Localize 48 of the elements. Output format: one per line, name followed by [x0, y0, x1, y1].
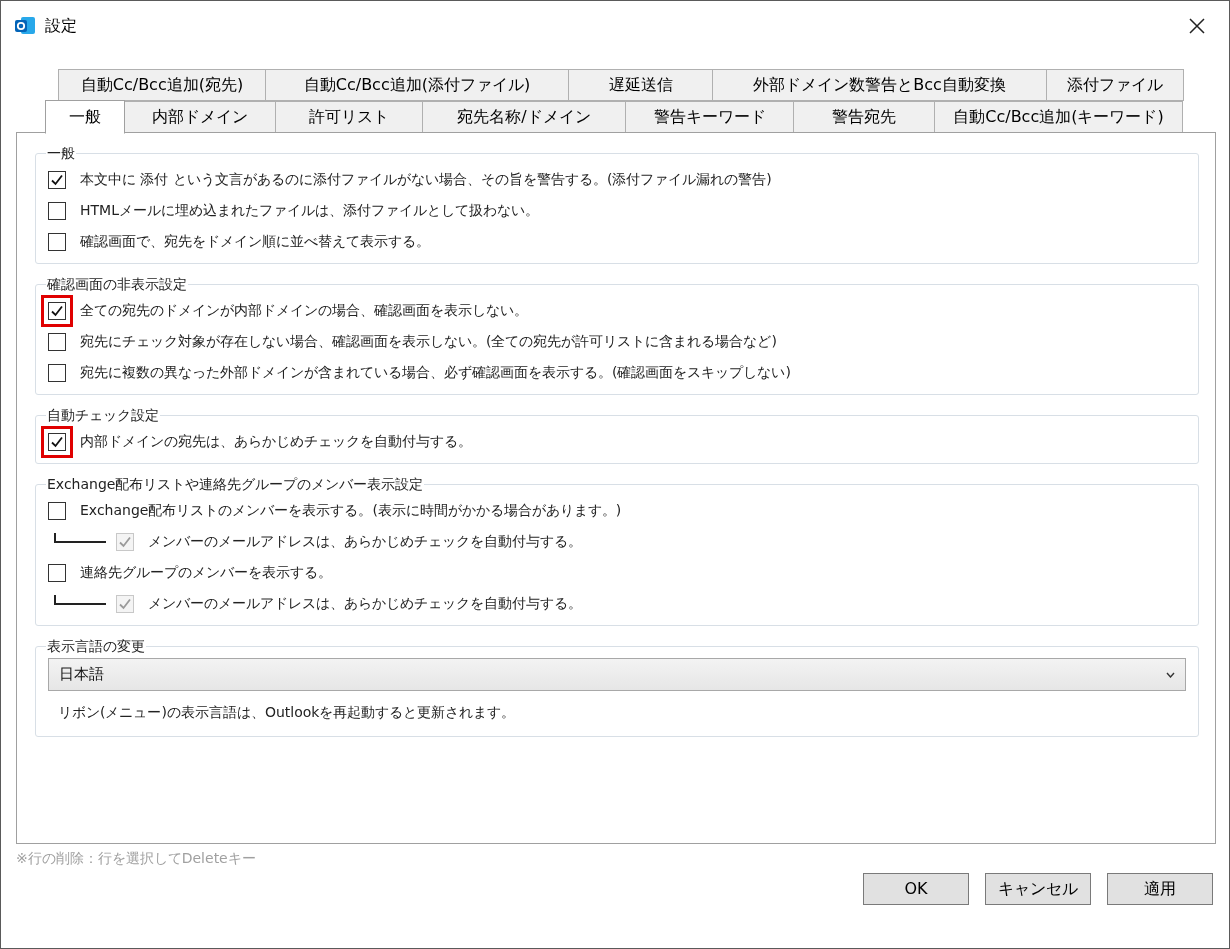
tab[interactable]: 自動Cc/Bcc追加(キーワード): [934, 101, 1183, 133]
option-label: 宛先にチェック対象が存在しない場合、確認画面を表示しない。(全ての宛先が許可リストに含まれる場合など): [80, 332, 777, 351]
dialog-button[interactable]: キャンセル: [985, 873, 1091, 905]
group-title: 自動チェック設定: [46, 406, 160, 425]
checkbox[interactable]: [48, 501, 66, 520]
tab[interactable]: 自動Cc/Bcc追加(添付ファイル): [265, 69, 569, 101]
option-label: 連絡先グループのメンバーを表示する。: [80, 563, 332, 582]
group-title: 表示言語の変更: [46, 637, 146, 656]
chevron-down-icon: [1166, 671, 1175, 678]
checkbox[interactable]: [48, 363, 66, 382]
tab[interactable]: 警告キーワード: [625, 101, 794, 133]
checkbox[interactable]: [48, 170, 66, 189]
tab[interactable]: 宛先名称/ドメイン: [422, 101, 626, 133]
option-label: メンバーのメールアドレスは、あらかじめチェックを自動付与する。: [148, 594, 582, 613]
language-note: リボン(メニュー)の表示言語は、Outlookを再起動すると更新されます。: [58, 704, 516, 720]
checkbox[interactable]: [48, 432, 66, 451]
tab[interactable]: 警告宛先: [793, 101, 935, 133]
checkbox[interactable]: [48, 232, 66, 251]
option-label: 確認画面で、宛先をドメイン順に並べ替えて表示する。: [80, 232, 430, 251]
close-icon: [1188, 17, 1206, 35]
window-title: 設定: [45, 15, 77, 37]
dialog-button[interactable]: 適用: [1107, 873, 1213, 905]
tab[interactable]: 許可リスト: [275, 101, 423, 133]
tab[interactable]: 自動Cc/Bcc追加(宛先): [58, 69, 266, 101]
tab[interactable]: 遅延送信: [568, 69, 713, 101]
dialog-button[interactable]: OK: [863, 873, 969, 905]
checkbox[interactable]: [48, 201, 66, 220]
option-label: 宛先に複数の異なった外部ドメインが含まれている場合、必ず確認画面を表示する。(確認画面をスキップしない): [80, 363, 791, 382]
checkbox[interactable]: [48, 332, 66, 351]
option-label: HTMLメールに埋め込まれたファイルは、添付ファイルとして扱わない。: [80, 201, 539, 220]
option-label: 本文中に 添付 という文言があるのに添付ファイルがない場合、その旨を警告する。(添付ファイル漏れの警告): [80, 170, 772, 189]
language-dropdown[interactable]: 日本語: [48, 658, 1186, 691]
option-label: 全ての宛先のドメインが内部ドメインの場合、確認画面を表示しない。: [80, 301, 528, 320]
option-label: Exchange配布リストのメンバーを表示する。(表示に時間がかかる場合があります。): [80, 501, 622, 520]
group-title: Exchange配布リストや連絡先グループのメンバー表示設定: [46, 475, 425, 494]
tab[interactable]: 外部ドメイン数警告とBcc自動変換: [712, 69, 1047, 101]
option-label: メンバーのメールアドレスは、あらかじめチェックを自動付与する。: [148, 532, 582, 551]
group-title: 確認画面の非表示設定: [46, 275, 188, 294]
tab[interactable]: 添付ファイル: [1046, 69, 1184, 101]
hint-text: ※行の削除：行を選択してDeleteキー: [16, 849, 256, 868]
tree-connector: [54, 532, 106, 543]
group-title: 一般: [46, 144, 76, 163]
checkbox[interactable]: [48, 301, 66, 320]
option-label: 内部ドメインの宛先は、あらかじめチェックを自動付与する。: [80, 432, 472, 451]
tree-connector: [54, 594, 106, 605]
checkbox[interactable]: [48, 563, 66, 582]
tab[interactable]: 内部ドメイン: [124, 101, 276, 133]
tab[interactable]: 一般: [45, 100, 125, 134]
